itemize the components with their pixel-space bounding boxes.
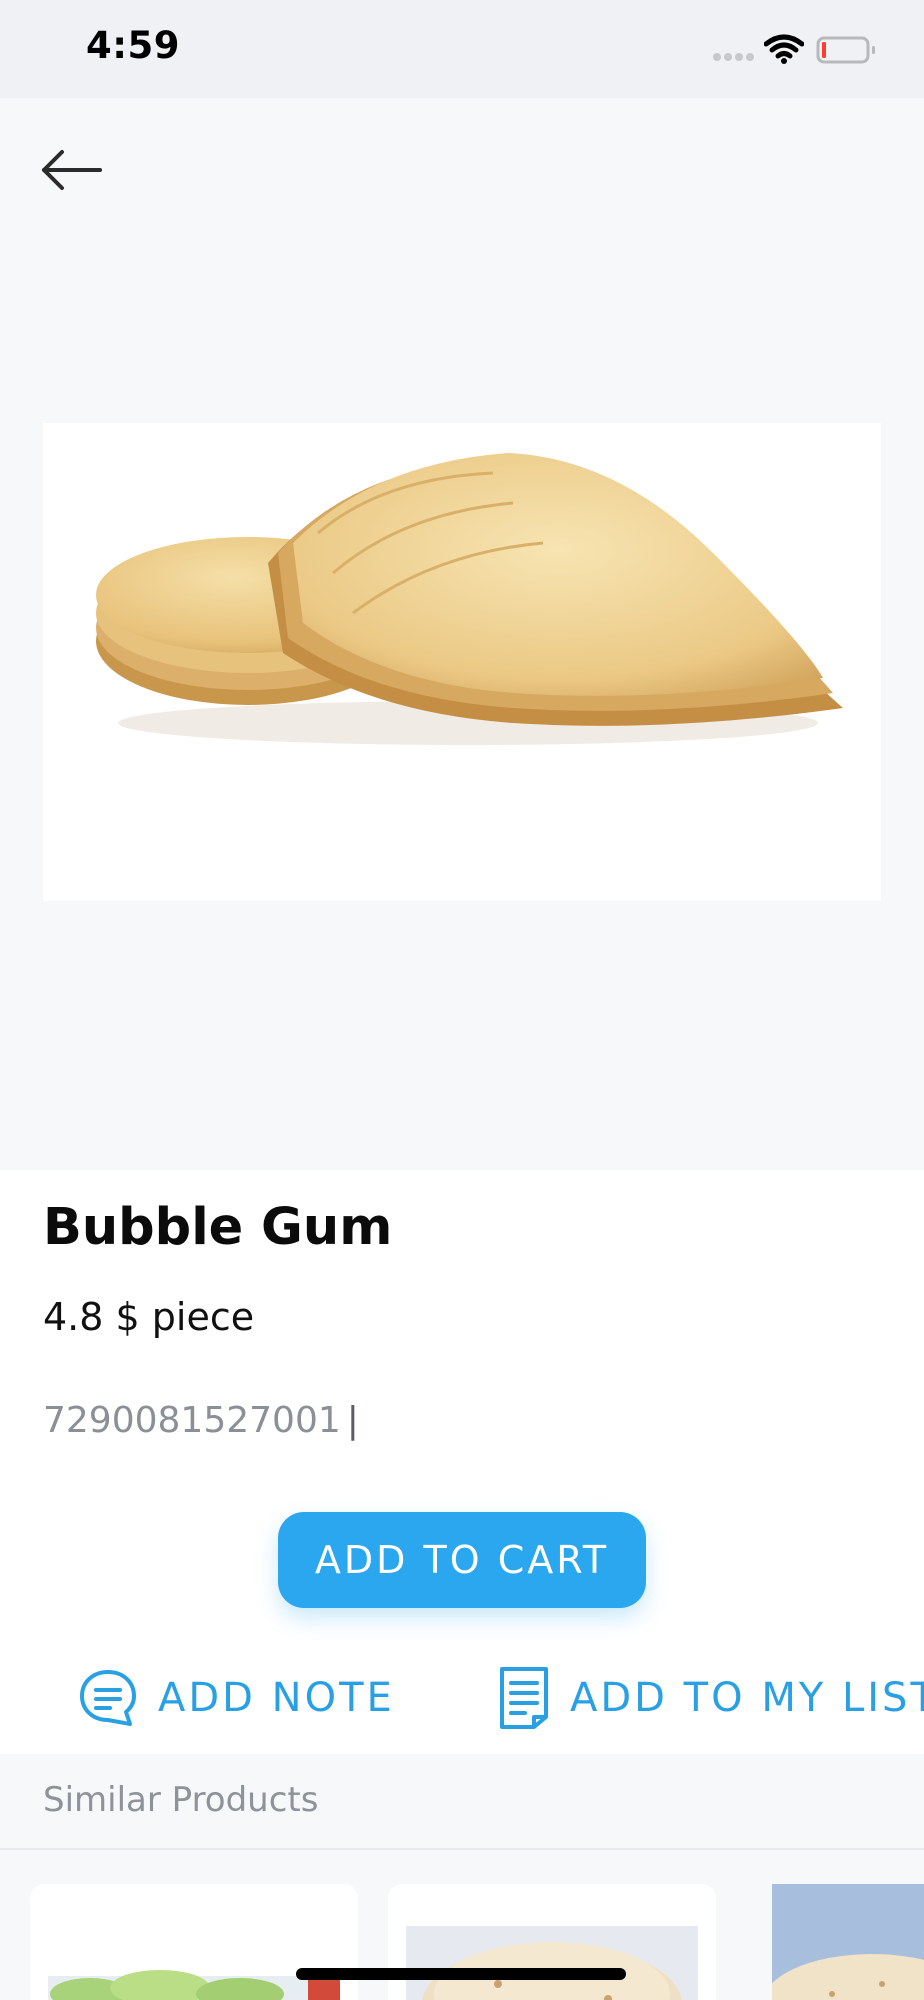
wifi-icon: [764, 34, 804, 64]
add-note-label: ADD NOTE: [158, 1675, 395, 1721]
similar-product-image: [406, 1926, 698, 2000]
document-list-icon: [500, 1667, 548, 1729]
barcode-text: 7290081527001: [43, 1400, 341, 1441]
chat-bubble-icon: [80, 1670, 136, 1726]
similar-product-card[interactable]: [388, 1884, 716, 2000]
barcode-value: 7290081527001 |: [43, 1400, 359, 1441]
add-to-cart-button[interactable]: ADD TO CART: [278, 1512, 646, 1608]
signal-dots-icon: [713, 53, 754, 61]
similar-product-card[interactable]: [772, 1884, 924, 2000]
similar-product-image: [48, 1970, 340, 2000]
battery-low-icon: [816, 36, 875, 64]
similar-product-card[interactable]: [30, 1884, 358, 2000]
back-arrow-icon[interactable]: [38, 142, 102, 198]
add-note-button[interactable]: ADD NOTE: [78, 1665, 395, 1731]
product-image: [43, 423, 881, 901]
add-to-my-list-label: ADD TO MY LIST: [570, 1675, 924, 1721]
add-to-my-list-button[interactable]: ADD TO MY LIST: [498, 1665, 924, 1731]
product-price: 4.8 $ piece: [43, 1295, 255, 1339]
similar-product-image: [772, 1884, 924, 2000]
home-indicator[interactable]: [296, 1968, 626, 1980]
similar-products-title: Similar Products: [43, 1780, 319, 1820]
tortilla-stack-image: [96, 453, 843, 745]
text-cursor: |: [346, 1400, 359, 1441]
product-name: Bubble Gum: [43, 1198, 393, 1257]
status-time: 4:59: [86, 24, 181, 67]
